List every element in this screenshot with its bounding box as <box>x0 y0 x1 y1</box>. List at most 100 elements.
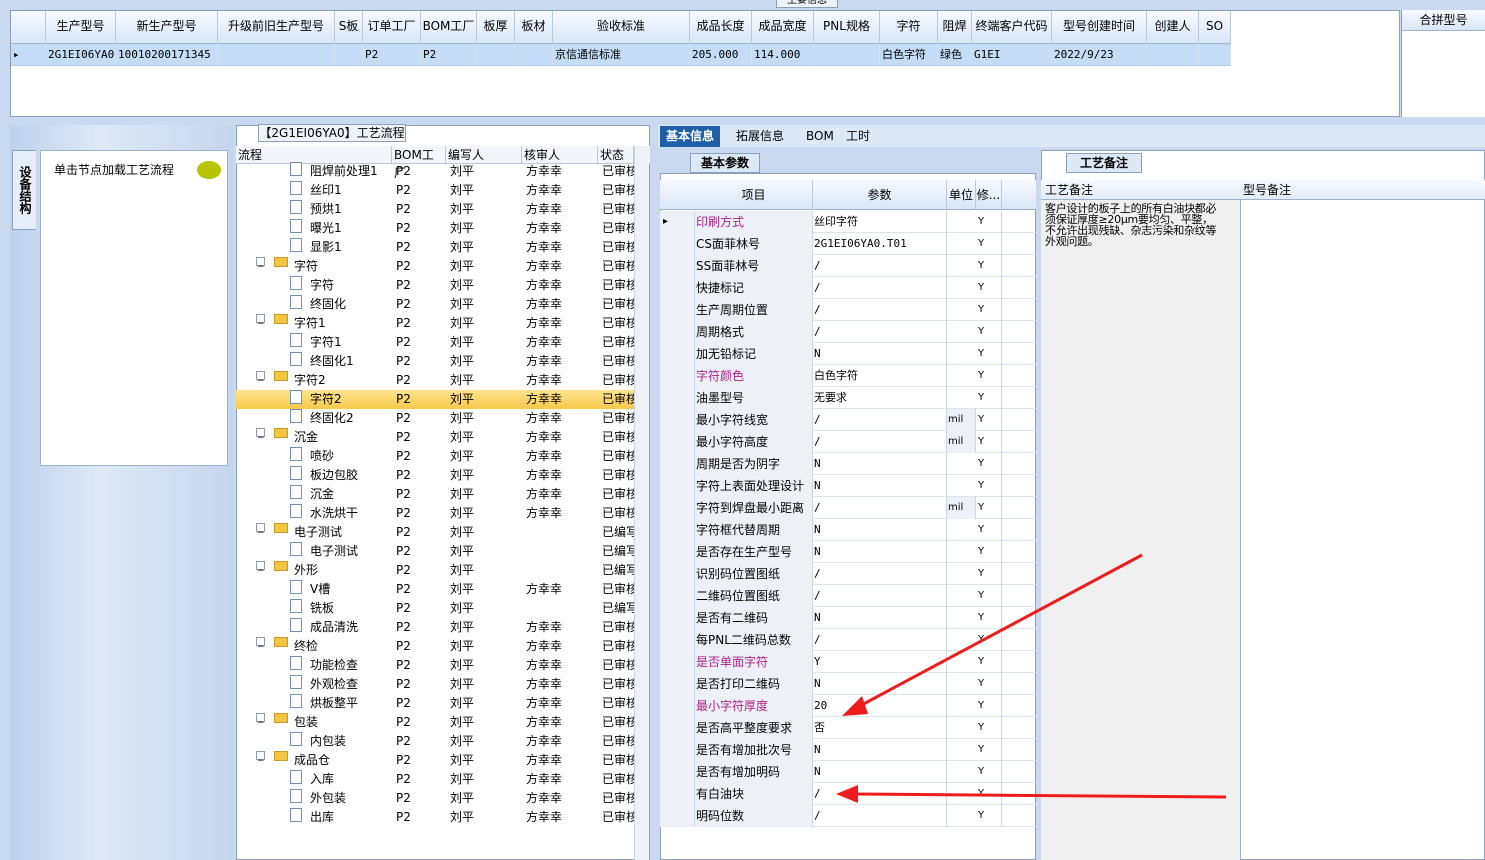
product-col-header[interactable]: 型号创建时间 <box>1052 11 1147 44</box>
tree-row[interactable]: 沉金 P2 刘平 方幸幸 已审核 <box>236 485 634 504</box>
product-col-header[interactable]: 升级前旧生产型号 <box>218 11 335 44</box>
param-row[interactable]: 是否有增加批次号 N Y <box>660 739 1036 761</box>
tree-row[interactable]: 外包装 P2 刘平 方幸幸 已审核 <box>236 789 634 808</box>
param-row[interactable]: 每PNL二维码总数 / Y <box>660 629 1036 651</box>
product-col-header[interactable]: 成品宽度 <box>752 11 814 44</box>
param-value[interactable]: 白色字符 <box>813 365 947 387</box>
param-value[interactable]: / <box>813 409 947 431</box>
product-col-header[interactable]: 成品长度 <box>690 11 752 44</box>
param-value[interactable]: / <box>813 585 947 607</box>
param-value[interactable]: N <box>813 343 947 365</box>
param-value[interactable]: N <box>813 673 947 695</box>
tab-work-hours[interactable]: 工时 <box>840 126 876 147</box>
param-value[interactable]: / <box>813 299 947 321</box>
param-value[interactable]: / <box>813 805 947 827</box>
product-col-header[interactable]: 阻焊 <box>938 11 972 44</box>
param-row[interactable]: SS面菲林号 / Y <box>660 255 1036 277</box>
param-value[interactable]: / <box>813 629 947 651</box>
param-row[interactable]: CS面菲林号 2G1EI06YA0.T01 Y <box>660 233 1036 255</box>
product-grid-row[interactable]: ▸ 2G1EI06YA0 10010200171345 P2 P2 京信通信标准 205.0… <box>11 44 1231 66</box>
tree-row[interactable]: 电子测试 P2 刘平 已编写 <box>236 542 634 561</box>
vertical-tab-equipment[interactable]: 设备结构 <box>12 150 36 230</box>
param-value[interactable]: / <box>813 321 947 343</box>
product-cell[interactable] <box>1147 44 1199 66</box>
param-value[interactable]: / <box>813 277 947 299</box>
param-row[interactable]: 最小字符高度 / mil Y <box>660 431 1036 453</box>
tree-row[interactable]: 字符 P2 刘平 方幸幸 已审核 <box>236 276 634 295</box>
top-tab-main-info[interactable]: 主要信息 <box>776 0 838 8</box>
product-cell[interactable] <box>477 44 515 66</box>
product-cell[interactable]: 2G1EI06YA0 <box>46 44 116 66</box>
product-cell[interactable]: P2 <box>421 44 477 66</box>
product-col-header[interactable]: 生产型号 <box>46 11 116 44</box>
tree-row[interactable]: V槽 P2 刘平 方幸幸 已审核 <box>236 580 634 599</box>
tree-row[interactable]: − 终检 P2 刘平 方幸幸 已审核 <box>236 637 634 656</box>
param-value[interactable]: 2G1EI06YA0.T01 <box>813 233 947 255</box>
expand-toggle-icon[interactable]: − <box>256 371 265 386</box>
expand-toggle-icon[interactable]: − <box>256 751 265 766</box>
product-cell[interactable] <box>1199 44 1231 66</box>
tree-row[interactable]: − 字符1 P2 刘平 方幸幸 已审核 <box>236 314 634 333</box>
product-col-header[interactable]: 验收标准 <box>553 11 690 44</box>
expand-toggle-icon[interactable]: − <box>256 428 265 443</box>
tree-row[interactable]: 铣板 P2 刘平 已编写 <box>236 599 634 618</box>
param-col-unit[interactable]: 单位 <box>947 180 976 210</box>
tree-row[interactable]: 终固化 P2 刘平 方幸幸 已审核 <box>236 295 634 314</box>
product-cell[interactable] <box>515 44 553 66</box>
tree-row[interactable]: 字符1 P2 刘平 方幸幸 已审核 <box>236 333 634 352</box>
param-value[interactable]: N <box>813 519 947 541</box>
tree-row[interactable]: 预烘1 P2 刘平 方幸幸 已审核 <box>236 200 634 219</box>
param-row[interactable]: 油墨型号 无要求 Y <box>660 387 1036 409</box>
param-value[interactable]: 否 <box>813 717 947 739</box>
tree-row[interactable]: 出库 P2 刘平 方幸幸 已审核 <box>236 808 634 827</box>
param-row[interactable]: 快捷标记 / Y <box>660 277 1036 299</box>
expand-toggle-icon[interactable]: − <box>256 713 265 728</box>
param-row[interactable]: 最小字符线宽 / mil Y <box>660 409 1036 431</box>
product-col-header[interactable]: 新生产型号 <box>116 11 218 44</box>
product-cell[interactable]: 10010200171345 <box>116 44 218 66</box>
param-row[interactable]: 字符到焊盘最小距离 / mil Y <box>660 497 1036 519</box>
tree-row[interactable]: − 沉金 P2 刘平 方幸幸 已审核 <box>236 428 634 447</box>
node-box[interactable]: 单击节点加载工艺流程 <box>40 150 228 466</box>
param-value[interactable]: / <box>813 783 947 805</box>
tree-row[interactable]: 板边包胶 P2 刘平 方幸幸 已审核 <box>236 466 634 485</box>
param-value[interactable]: Y <box>813 651 947 673</box>
expand-toggle-icon[interactable]: − <box>256 314 265 329</box>
param-row[interactable]: 明码位数 / Y <box>660 805 1036 827</box>
param-value[interactable]: / <box>813 563 947 585</box>
subtab-basic-params[interactable]: 基本参数 <box>690 153 760 173</box>
product-col-header[interactable]: PNL规格 <box>814 11 880 44</box>
param-row[interactable]: 字符框代替周期 N Y <box>660 519 1036 541</box>
tree-scrollbar[interactable] <box>634 146 649 860</box>
product-cell[interactable]: 京信通信标准 <box>553 44 690 66</box>
tree-row[interactable]: 丝印1 P2 刘平 方幸幸 已审核 <box>236 181 634 200</box>
param-row[interactable]: ▸ 印刷方式 丝印字符 Y <box>660 211 1036 233</box>
tree-row[interactable]: 曝光1 P2 刘平 方幸幸 已审核 <box>236 219 634 238</box>
expand-toggle-icon[interactable]: − <box>256 561 265 576</box>
product-col-header[interactable]: 订单工厂 <box>363 11 421 44</box>
product-cell[interactable]: P2 <box>363 44 421 66</box>
product-cell[interactable]: 2022/9/23 <box>1052 44 1147 66</box>
product-cell[interactable]: 114.000 <box>752 44 814 66</box>
tree-row[interactable]: − 字符 P2 刘平 方幸幸 已审核 <box>236 257 634 276</box>
product-col-header[interactable]: 终端客户代码 <box>972 11 1052 44</box>
tree-row[interactable]: − 成品仓 P2 刘平 方幸幸 已审核 <box>236 751 634 770</box>
param-row[interactable]: 周期是否为阴字 N Y <box>660 453 1036 475</box>
tree-row[interactable]: 入库 P2 刘平 方幸幸 已审核 <box>236 770 634 789</box>
tree-row[interactable]: 终固化1 P2 刘平 方幸幸 已审核 <box>236 352 634 371</box>
param-value[interactable]: N <box>813 607 947 629</box>
product-cell[interactable]: 205.000 <box>690 44 752 66</box>
param-row[interactable]: 字符上表面处理设计 N Y <box>660 475 1036 497</box>
param-value[interactable]: / <box>813 255 947 277</box>
param-row[interactable]: 是否有二维码 N Y <box>660 607 1036 629</box>
param-row[interactable]: 有白油块 / Y <box>660 783 1036 805</box>
product-cell[interactable] <box>335 44 363 66</box>
param-row[interactable]: 是否高平整度要求否 Y <box>660 717 1036 739</box>
tree-row[interactable]: − 电子测试 P2 刘平 已编写 <box>236 523 634 542</box>
param-value[interactable]: / <box>813 497 947 519</box>
comment-bubble-icon[interactable] <box>197 161 221 179</box>
param-value[interactable]: N <box>813 475 947 497</box>
tree-row[interactable]: 内包装 P2 刘平 方幸幸 已审核 <box>236 732 634 751</box>
param-row[interactable]: 是否单面字符 Y Y <box>660 651 1036 673</box>
tree-row[interactable]: 终固化2 P2 刘平 方幸幸 已审核 <box>236 409 634 428</box>
